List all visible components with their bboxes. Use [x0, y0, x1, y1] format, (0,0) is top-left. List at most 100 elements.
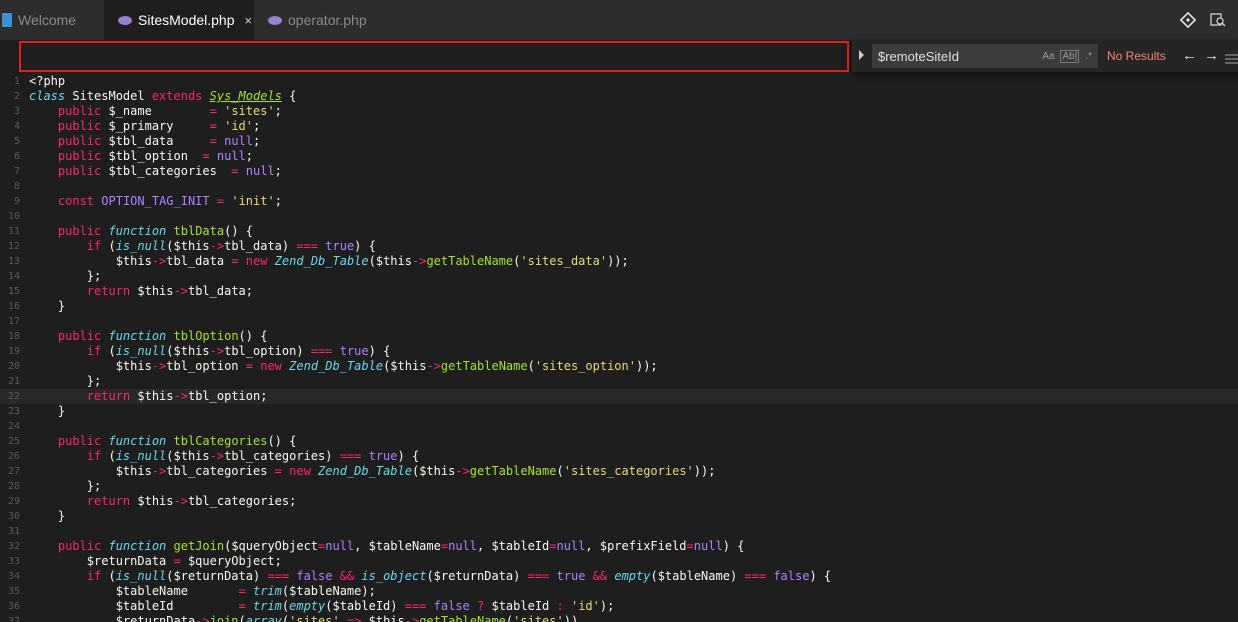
- code-line[interactable]: 14 };: [0, 269, 1238, 284]
- code-line[interactable]: 12 if (is_null($this->tbl_data) === true…: [0, 239, 1238, 254]
- code-token: =: [274, 464, 282, 478]
- code-line[interactable]: 16 }: [0, 299, 1238, 314]
- toggle-replace-icon[interactable]: [859, 50, 864, 60]
- code-line[interactable]: 4 public $_primary = 'id';: [0, 119, 1238, 134]
- code-line[interactable]: 6 public $tbl_option = null;: [0, 149, 1238, 164]
- next-match-icon[interactable]: →: [1204, 47, 1219, 64]
- code-text: if (is_null($this->tbl_data) === true) {: [29, 239, 376, 254]
- vscode-icon: [2, 13, 12, 27]
- tab-welcome[interactable]: Welcome: [0, 0, 104, 40]
- code-token: getTableName: [426, 254, 514, 268]
- code-line[interactable]: 33 $returnData = $queryObject;: [0, 554, 1238, 569]
- code-line[interactable]: 23 }: [0, 404, 1238, 419]
- code-lines[interactable]: 1 <?php 2 class SitesModel extends Sys_Mode…: [0, 74, 1238, 622]
- code-line[interactable]: 28 };: [0, 479, 1238, 494]
- code-token: <?php: [29, 74, 66, 88]
- code-text: public function tblData() {: [29, 224, 253, 239]
- close-icon[interactable]: ×: [245, 13, 253, 28]
- code-token: ) {: [368, 344, 391, 358]
- code-line[interactable]: 15 return $this->tbl_data;: [0, 284, 1238, 299]
- code-token: );: [599, 599, 615, 613]
- code-line[interactable]: 18 public function tblOption() {: [0, 329, 1238, 344]
- code-text: public function tblCategories() {: [29, 434, 296, 449]
- code-text: if (is_null($this->tbl_categories) === t…: [29, 449, 419, 464]
- line-number: 27: [7, 466, 20, 477]
- code-line[interactable]: 13 $this->tbl_data = new Zend_Db_Table($…: [0, 254, 1238, 269]
- code-line[interactable]: 24: [0, 419, 1238, 434]
- code-line[interactable]: 17: [0, 314, 1238, 329]
- code-line[interactable]: 30 }: [0, 509, 1238, 524]
- tab-operator[interactable]: operator.php: [254, 0, 384, 40]
- code-token: =: [238, 584, 246, 598]
- code-text: const OPTION_TAG_INIT = 'init';: [29, 194, 282, 209]
- code-line[interactable]: 22 return $this->tbl_option;: [0, 389, 1238, 404]
- find-query[interactable]: $remoteSiteId: [878, 49, 1036, 64]
- code-line[interactable]: 32 public function getJoin($queryObject =…: [0, 539, 1238, 554]
- code-token: =: [238, 599, 246, 613]
- code-text: $this->tbl_option = new Zend_Db_Table($t…: [29, 359, 658, 374]
- code-line[interactable]: 8: [0, 179, 1238, 194]
- code-token: tbl_data): [224, 239, 297, 253]
- code-line[interactable]: 9 const OPTION_TAG_INIT = 'init';: [0, 194, 1238, 209]
- code-token: $tbl_data: [101, 134, 210, 148]
- code-token: ($tableName): [650, 569, 745, 583]
- open-preview-icon[interactable]: [1210, 12, 1226, 28]
- code-line[interactable]: 10: [0, 209, 1238, 224]
- code-token: ($this: [368, 254, 412, 268]
- tab-bar: Welcome SitesModel.php × operator.php: [0, 0, 1238, 40]
- code-token: new: [260, 359, 282, 373]
- code-token: ->: [209, 449, 225, 463]
- code-line[interactable]: 34 if (is_null($returnData) === false &&…: [0, 569, 1238, 584]
- code-token: ;: [253, 119, 261, 133]
- code-line[interactable]: 7 public $tbl_categories = null;: [0, 164, 1238, 179]
- code-token: tbl_option: [166, 359, 246, 373]
- code-token: if: [29, 449, 102, 463]
- code-token: tbl_data;: [187, 284, 253, 298]
- find-status: No Results: [1107, 49, 1166, 63]
- code-token: Zend_Db_Table: [274, 254, 369, 268]
- previous-match-icon[interactable]: ←: [1182, 47, 1197, 64]
- code-line[interactable]: 26 if (is_null($this->tbl_categories) ==…: [0, 449, 1238, 464]
- code-token: return: [29, 284, 131, 298]
- selection-icon[interactable]: [1225, 51, 1238, 69]
- find-input[interactable]: $remoteSiteId Aa Ab| .*: [872, 44, 1098, 68]
- code-line[interactable]: 27 $this->tbl_categories = new Zend_Db_T…: [0, 464, 1238, 479]
- code-token: ===: [310, 344, 333, 358]
- code-line[interactable]: 1 <?php: [0, 74, 1238, 89]
- code-line[interactable]: 36 $tableId = trim(empty($tableId) === f…: [0, 599, 1238, 614]
- code-line[interactable]: 2 class SitesModel extends Sys_Models {: [0, 89, 1238, 104]
- code-line[interactable]: 31: [0, 524, 1238, 539]
- code-line[interactable]: 35 $tableName = trim($tableName);: [0, 584, 1238, 599]
- code-token: (: [101, 449, 116, 463]
- code-token: if: [29, 569, 102, 583]
- code-line[interactable]: 25 public function tblCategories() {: [0, 434, 1238, 449]
- code-token: (: [101, 344, 116, 358]
- code-line[interactable]: 20 $this->tbl_option = new Zend_Db_Table…: [0, 359, 1238, 374]
- code-line[interactable]: 11 public function tblData() {: [0, 224, 1238, 239]
- php-icon: [118, 15, 132, 25]
- code-token: ($this: [383, 359, 427, 373]
- git-compare-icon[interactable]: [1179, 11, 1197, 29]
- code-token: (: [238, 614, 246, 622]
- code-line[interactable]: 21 };: [0, 374, 1238, 389]
- code-token: public: [29, 434, 102, 448]
- code-token: null: [693, 539, 723, 553]
- code-line[interactable]: 19 if (is_null($this->tbl_option) === tr…: [0, 344, 1238, 359]
- code-text: }: [29, 299, 65, 314]
- code-token: (: [556, 464, 564, 478]
- whole-word-icon[interactable]: Ab|: [1060, 49, 1080, 63]
- code-line[interactable]: 29 return $this->tbl_categories;: [0, 494, 1238, 509]
- code-line[interactable]: 37 $returnData->join(array('sites' => $t…: [0, 614, 1238, 622]
- regex-icon[interactable]: .*: [1085, 51, 1092, 62]
- tab-sitesmodel[interactable]: SitesModel.php ×: [104, 0, 254, 40]
- code-token: null: [224, 134, 253, 148]
- match-case-icon[interactable]: Aa: [1042, 51, 1054, 62]
- code-line[interactable]: 5 public $tbl_data = null;: [0, 134, 1238, 149]
- code-line[interactable]: 3 public $_name = 'sites';: [0, 104, 1238, 119]
- line-number: 4: [13, 121, 20, 132]
- code-token: 'sites_categories': [563, 464, 694, 478]
